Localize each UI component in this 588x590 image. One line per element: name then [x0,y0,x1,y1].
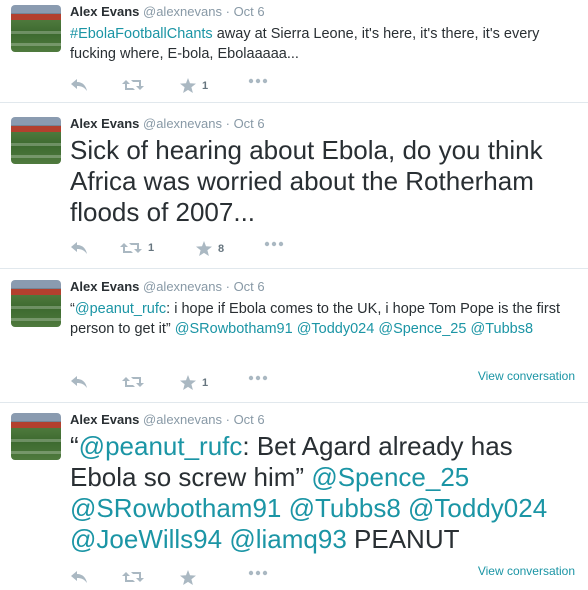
tweet-header: Alex Evans @alexnevans · Oct 6 [70,116,265,131]
author-name[interactable]: Alex Evans [70,116,139,131]
favorite-button[interactable]: 8 [196,241,224,256]
tweet-time[interactable]: Oct 6 [234,412,265,427]
more-button[interactable] [248,375,268,381]
retweet-button[interactable]: 1 [120,241,154,255]
more-icon [264,241,284,247]
reply-icon [71,79,87,91]
separator-dot: · [225,116,230,131]
more-button[interactable] [264,241,284,247]
star-icon [180,78,196,93]
avatar[interactable] [11,280,61,327]
tweet-text-segment: Sick of hearing about Ebola, do you thin… [70,135,543,227]
reply-icon [71,376,87,388]
tweet-text-segment: “ [70,431,79,461]
favorite-button[interactable]: 1 [180,375,208,390]
author-name[interactable]: Alex Evans [70,4,139,19]
favorite-count: 1 [202,79,209,92]
mention-link[interactable]: @Toddy024 [297,321,375,337]
mention-link[interactable]: @JoeWills94 [70,524,222,554]
mention-link[interactable]: @Tubbs8 [470,321,533,337]
mention-link[interactable]: @SRowbotham91 [70,493,281,523]
more-button[interactable] [248,78,268,84]
tweet-text: “@peanut_rufc: Bet Agard already has Ebo… [70,431,580,555]
reply-button[interactable] [70,570,88,584]
favorite-button[interactable]: 1 [180,78,208,93]
view-conversation-link[interactable]: View conversation [478,564,575,578]
retweet-icon [122,80,144,90]
tweet-text-segment [401,493,408,523]
tweet-text-segment: PEANUT [346,524,460,554]
reply-button[interactable] [70,241,88,255]
tweet[interactable]: Alex Evans @alexnevans · Oct 6 “@peanut_… [0,275,588,403]
more-button[interactable] [248,570,268,576]
author-handle[interactable]: @alexnevans [143,4,222,19]
tweet-text: #EbolaFootballChants away at Sierra Leon… [70,24,580,64]
reply-button[interactable] [70,375,88,389]
hashtag-link[interactable]: #EbolaFootballChants [70,26,213,42]
author-handle[interactable]: @alexnevans [143,412,222,427]
tweet-header: Alex Evans @alexnevans · Oct 6 [70,4,265,19]
view-conversation-link[interactable]: View conversation [478,369,575,383]
reply-icon [71,571,87,583]
separator-dot: · [225,4,230,19]
retweet-count: 1 [148,242,155,254]
tweet-header: Alex Evans @alexnevans · Oct 6 [70,279,265,294]
favorite-count: 8 [218,242,225,255]
mention-link[interactable]: @Spence_25 [311,462,469,492]
mention-link[interactable]: @peanut_rufc [75,301,166,317]
tweet[interactable]: Alex Evans @alexnevans · Oct 6 #EbolaFoo… [0,0,588,103]
retweet-icon [120,243,142,253]
tweet-text: Sick of hearing about Ebola, do you thin… [70,135,580,228]
avatar[interactable] [11,117,61,164]
tweet[interactable]: Alex Evans @alexnevans · Oct 6 “@peanut_… [0,408,588,585]
mention-link[interactable]: @SRowbotham91 [175,321,293,337]
reply-icon [71,242,87,254]
retweet-button[interactable] [122,570,150,584]
star-icon [180,375,196,390]
author-handle[interactable]: @alexnevans [143,116,222,131]
tweet[interactable]: Alex Evans @alexnevans · Oct 6 Sick of h… [0,112,588,269]
mention-link[interactable]: @Spence_25 [378,321,466,337]
author-name[interactable]: Alex Evans [70,412,139,427]
more-icon [248,375,268,381]
retweet-icon [122,377,144,387]
tweet-time[interactable]: Oct 6 [234,279,265,294]
retweet-button[interactable] [122,78,150,92]
retweet-icon [122,572,144,582]
mention-link[interactable]: @peanut_rufc [79,431,243,461]
reply-button[interactable] [70,78,88,92]
avatar[interactable] [11,5,61,52]
mention-link[interactable]: @Tubbs8 [289,493,401,523]
tweet-text-segment [281,493,288,523]
more-icon [248,78,268,84]
more-icon [248,570,268,576]
tweet-time[interactable]: Oct 6 [234,4,265,19]
avatar[interactable] [11,413,61,460]
star-icon [196,241,212,256]
tweet-text: “@peanut_rufc: i hope if Ebola comes to … [70,299,580,339]
tweet-time[interactable]: Oct 6 [234,116,265,131]
author-handle[interactable]: @alexnevans [143,279,222,294]
tweet-header: Alex Evans @alexnevans · Oct 6 [70,412,265,427]
separator-dot: · [225,279,230,294]
separator-dot: · [225,412,230,427]
mention-link[interactable]: @Toddy024 [408,493,547,523]
retweet-button[interactable] [122,375,150,389]
author-name[interactable]: Alex Evans [70,279,139,294]
mention-link[interactable]: @liamq93 [229,524,346,554]
favorite-count: 1 [202,376,209,389]
